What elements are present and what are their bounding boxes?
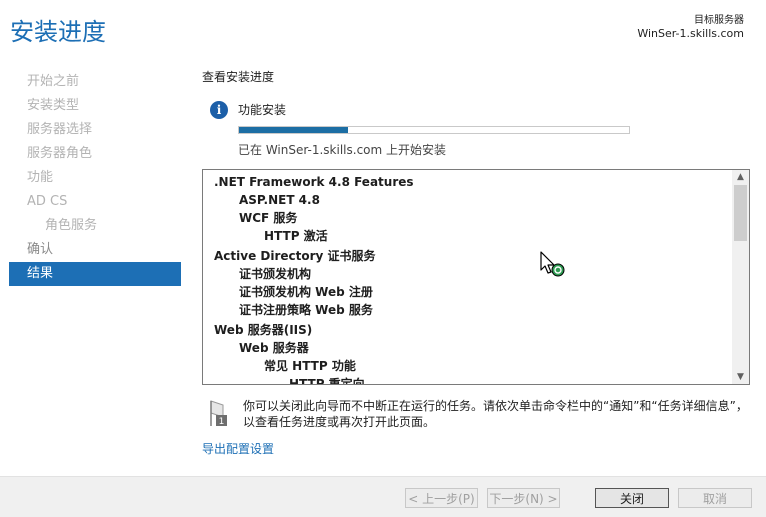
wizard-note: 你可以关闭此向导而不中断正在运行的任务。请依次单击命令栏中的“通知”和“任务详细…: [243, 399, 748, 429]
feature-list-item: HTTP 重定向: [289, 377, 365, 385]
target-server-caption: 目标服务器: [694, 15, 744, 26]
target-server-name: WinSer-1.skills.com: [637, 27, 744, 40]
cancel-button[interactable]: 取消: [678, 488, 752, 508]
feature-list-item: 证书颁发机构: [239, 267, 312, 281]
feature-list-item: 常见 HTTP 功能: [264, 359, 356, 373]
nav-item-server-selection: 服务器选择: [27, 122, 93, 137]
feature-list[interactable]: .NET Framework 4.8 Features ASP.NET 4.8 WC…: [202, 169, 750, 385]
previous-button[interactable]: < 上一步(P): [405, 488, 478, 508]
info-icon: i: [210, 101, 228, 119]
page-title: 安装进度: [10, 18, 106, 46]
busy-pointer-icon: [540, 251, 565, 277]
wizard-footer: < 上一步(P) 下一步(N) > 关闭 取消: [0, 476, 766, 517]
nav-item-results[interactable]: 结果: [9, 262, 181, 286]
export-config-link[interactable]: 导出配置设置: [202, 440, 274, 457]
target-server-label: 目标服务器 WinSer-1.skills.com: [637, 14, 744, 40]
feature-list-scrollbar[interactable]: ▲ ▼: [732, 170, 749, 384]
nav-item-features: 功能: [27, 170, 54, 185]
wizard-nav: 开始之前 安装类型 服务器选择 服务器角色 功能 AD CS 角色服务 确认 结…: [9, 70, 181, 286]
feature-list-item: Web 服务器(IIS): [214, 323, 313, 337]
feature-list-item: 证书注册策略 Web 服务: [239, 303, 373, 317]
feature-list-item: Web 服务器: [239, 341, 309, 355]
feature-list-item: .NET Framework 4.8 Features: [214, 175, 414, 189]
feature-list-item: ASP.NET 4.8: [239, 193, 320, 207]
svg-text:1: 1: [219, 417, 225, 427]
notification-flag-icon: 1: [210, 400, 227, 427]
feature-list-item: 证书颁发机构 Web 注册: [239, 285, 373, 299]
feature-list-items: .NET Framework 4.8 Features ASP.NET 4.8 WC…: [214, 173, 729, 385]
nav-item-role-services: 角色服务: [45, 218, 98, 233]
nav-item-before-you-begin: 开始之前: [27, 74, 80, 89]
progress-bar: [238, 126, 630, 134]
nav-item-confirmation[interactable]: 确认: [9, 238, 181, 262]
progress-fill: [239, 127, 349, 133]
close-button[interactable]: 关闭: [595, 488, 669, 508]
feature-list-item: WCF 服务: [239, 211, 298, 225]
section-title: 查看安装进度: [202, 70, 275, 84]
status-title: 功能安装: [238, 103, 287, 117]
nav-item-ad-cs: AD CS: [27, 194, 68, 209]
scroll-up-arrow-icon[interactable]: ▲: [732, 170, 749, 184]
nav-item-server-roles: 服务器角色: [27, 146, 93, 161]
feature-list-item: Active Directory 证书服务: [214, 249, 376, 263]
progress-status-text: 已在 WinSer-1.skills.com 上开始安装: [238, 143, 447, 157]
feature-list-item: HTTP 激活: [264, 229, 328, 243]
nav-item-installation-type: 安装类型: [27, 98, 80, 113]
scroll-down-arrow-icon[interactable]: ▼: [732, 370, 749, 384]
scroll-thumb[interactable]: [734, 185, 747, 241]
next-button[interactable]: 下一步(N) >: [487, 488, 560, 508]
